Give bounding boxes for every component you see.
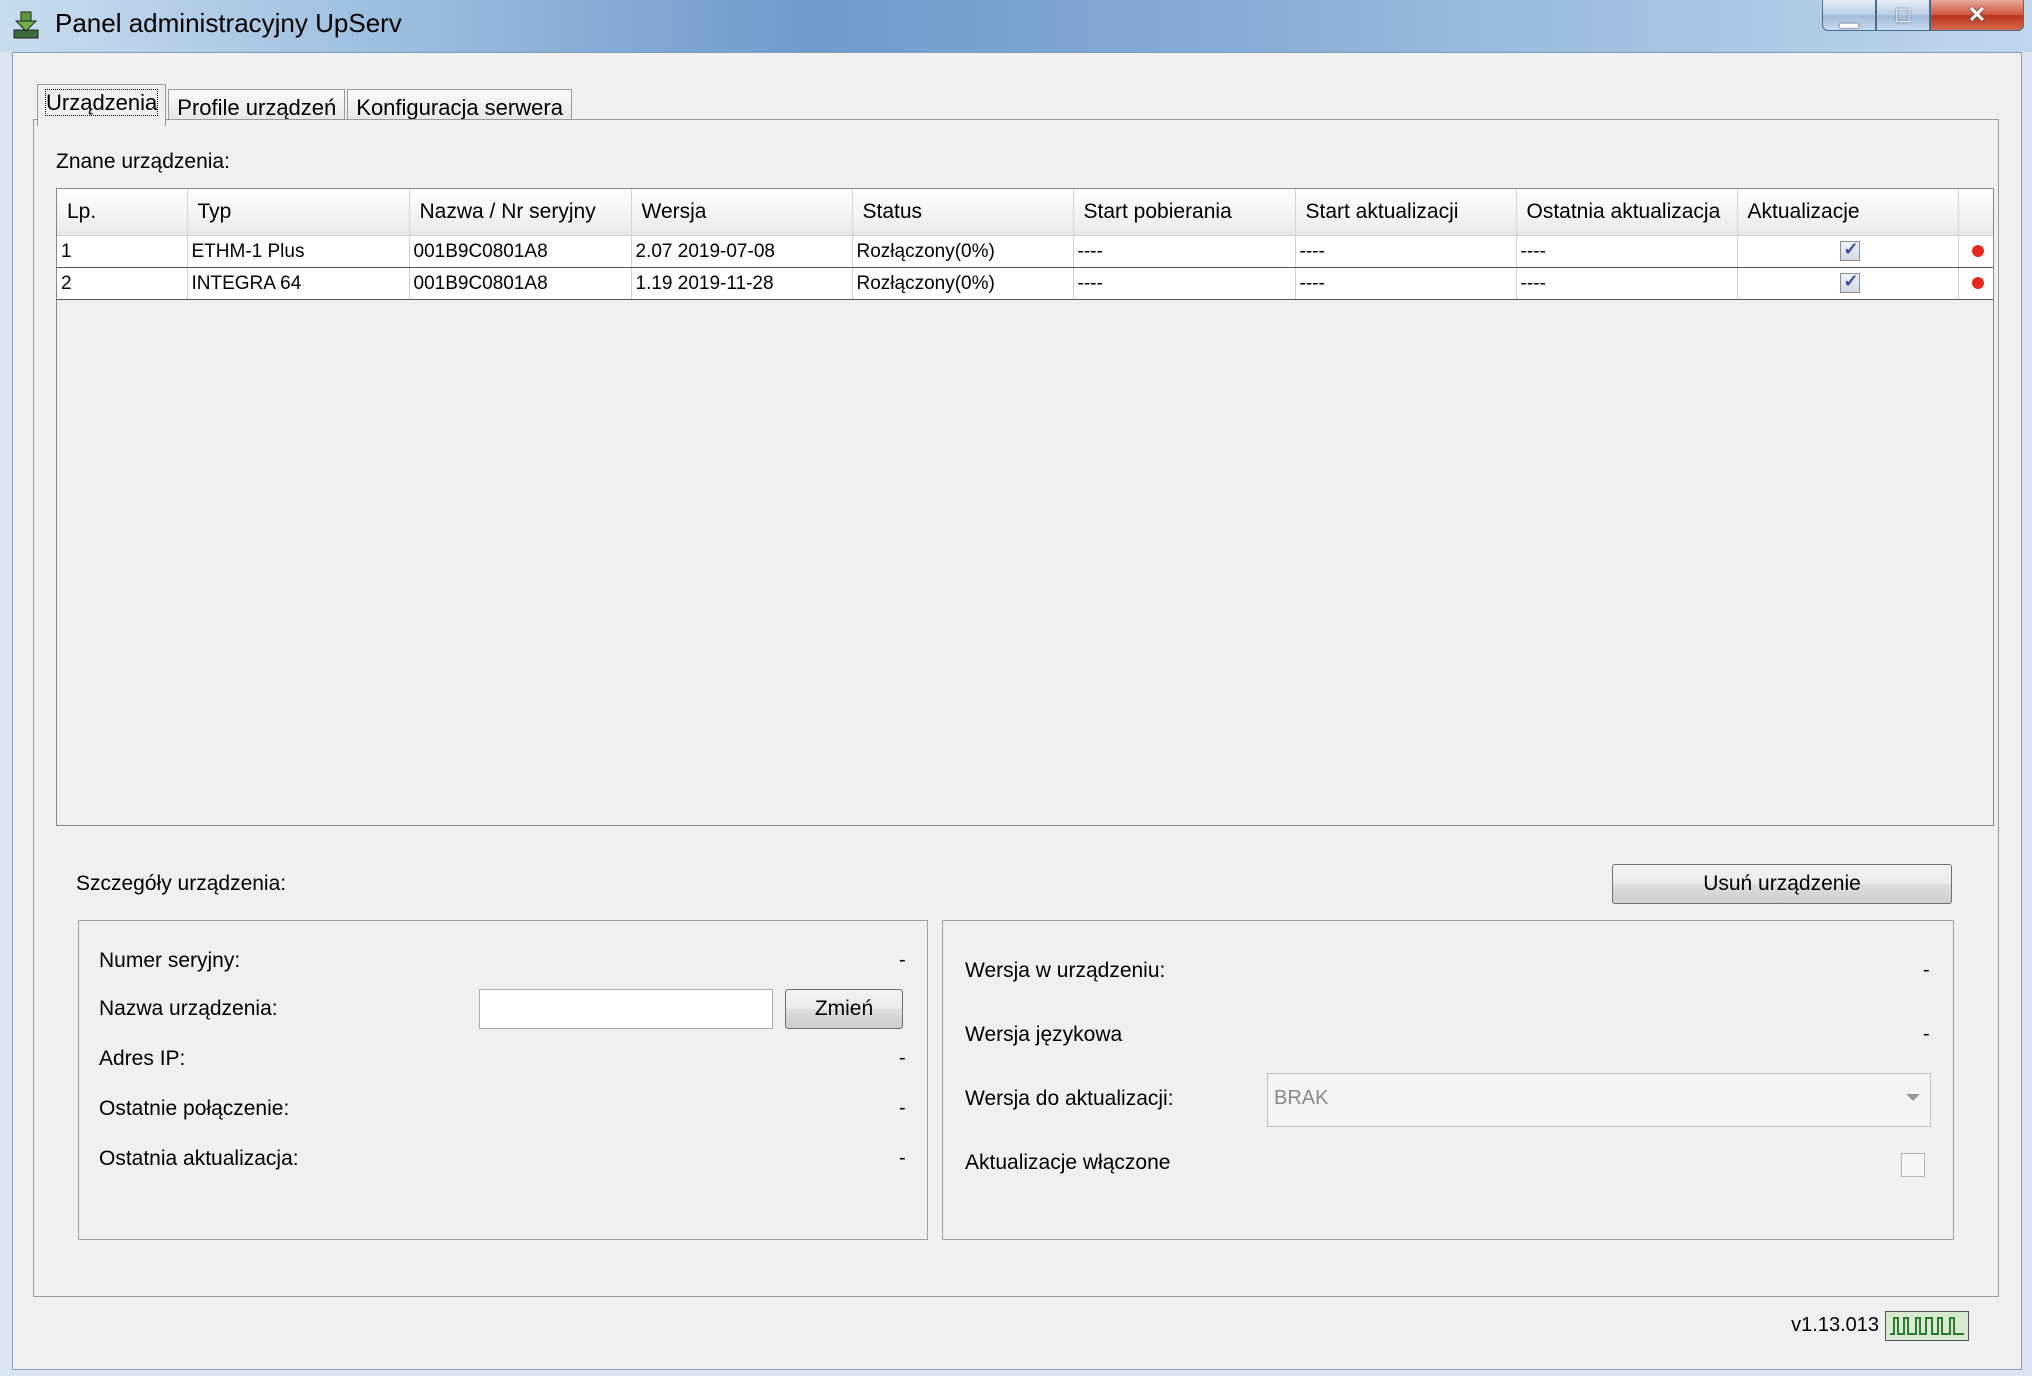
cell-version: 1.19 2019-11-28 bbox=[631, 267, 853, 300]
window-title: Panel administracyjny UpServ bbox=[55, 8, 402, 38]
cell-start-download: ---- bbox=[1073, 235, 1296, 268]
cell-version: 2.07 2019-07-08 bbox=[631, 235, 853, 268]
client-area: Urządzenia Profile urządzeń Konfiguracja… bbox=[12, 52, 2022, 1370]
device-version-label: Wersja w urządzeniu: bbox=[965, 959, 1166, 982]
ip-label: Adres IP: bbox=[99, 1047, 186, 1070]
cell-updates bbox=[1737, 235, 1959, 268]
last-update-value: - bbox=[899, 1147, 906, 1169]
cell-start-download: ---- bbox=[1073, 267, 1296, 300]
device-details-label: Szczegóły urządzenia: bbox=[76, 872, 287, 895]
cell-type: ETHM-1 Plus bbox=[187, 235, 410, 268]
updates-checkbox[interactable] bbox=[1839, 271, 1860, 294]
cell-serial: 001B9C0801A8 bbox=[409, 267, 632, 300]
cell-start-update: ---- bbox=[1295, 235, 1517, 268]
device-info-group: Numer seryjny: - Nazwa urządzenia: Zmień… bbox=[78, 920, 928, 1240]
dropdown-arrow-icon bbox=[1906, 1094, 1920, 1101]
cell-type: INTEGRA 64 bbox=[187, 267, 410, 300]
close-button[interactable]: ✕ bbox=[1930, 0, 2024, 31]
devices-panel: Znane urządzenia: Lp. Typ Nazwa / Nr ser… bbox=[33, 119, 1999, 1297]
cell-lp: 1 bbox=[57, 235, 188, 268]
table-row[interactable]: 1 ETHM-1 Plus 001B9C0801A8 2.07 2019-07-… bbox=[57, 235, 1993, 268]
window-controls: ▁ □ ✕ bbox=[1822, 0, 2024, 32]
cell-last-update: ---- bbox=[1516, 267, 1738, 300]
update-version-label: Wersja do aktualizacji: bbox=[965, 1087, 1174, 1110]
cell-updates bbox=[1737, 267, 1959, 300]
last-connection-label: Ostatnie połączenie: bbox=[99, 1097, 290, 1120]
cell-start-update: ---- bbox=[1295, 267, 1517, 300]
known-devices-label: Znane urządzenia: bbox=[56, 150, 230, 173]
status-dot-icon bbox=[1971, 276, 1984, 289]
language-version-value: - bbox=[1923, 1023, 1930, 1045]
serial-value: - bbox=[899, 949, 906, 971]
cell-last-update: ---- bbox=[1516, 235, 1738, 268]
status-dot-icon bbox=[1971, 244, 1984, 257]
firmware-group: Wersja w urządzeniu: - Wersja językowa -… bbox=[942, 920, 1954, 1240]
col-header-start-download[interactable]: Start pobierania bbox=[1073, 189, 1296, 236]
status-bits-graphic bbox=[1890, 1317, 1964, 1335]
updates-enabled-checkbox[interactable] bbox=[1901, 1153, 1925, 1177]
cell-status: Rozłączony(0%) bbox=[852, 267, 1074, 300]
update-version-selected: BRAK bbox=[1274, 1087, 1329, 1109]
language-version-label: Wersja językowa bbox=[965, 1023, 1123, 1046]
table-row[interactable]: 2 INTEGRA 64 001B9C0801A8 1.19 2019-11-2… bbox=[57, 267, 1993, 300]
col-header-updates[interactable]: Aktualizacje bbox=[1737, 189, 1959, 236]
change-name-button[interactable]: Zmień bbox=[785, 989, 903, 1029]
cell-serial: 001B9C0801A8 bbox=[409, 235, 632, 268]
cell-indicator bbox=[1958, 267, 1993, 300]
remove-device-button[interactable]: Usuń urządzenie bbox=[1612, 864, 1952, 904]
col-header-type[interactable]: Typ bbox=[187, 189, 410, 236]
col-header-serial[interactable]: Nazwa / Nr seryjny bbox=[409, 189, 632, 236]
last-connection-value: - bbox=[899, 1097, 906, 1119]
title-bar[interactable]: Panel administracyjny UpServ ▁ □ ✕ bbox=[0, 0, 2032, 52]
app-window: Panel administracyjny UpServ ▁ □ ✕ Urząd… bbox=[0, 0, 2032, 1376]
update-version-select[interactable]: BRAK bbox=[1267, 1073, 1931, 1127]
updates-checkbox[interactable] bbox=[1839, 239, 1860, 262]
col-header-start-update[interactable]: Start aktualizacji bbox=[1295, 189, 1517, 236]
table-header: Lp. Typ Nazwa / Nr seryjny Wersja Status… bbox=[57, 189, 1993, 236]
col-header-last-update[interactable]: Ostatnia aktualizacja bbox=[1516, 189, 1738, 236]
ip-value: - bbox=[899, 1047, 906, 1069]
cell-status: Rozłączony(0%) bbox=[852, 235, 1074, 268]
cell-indicator bbox=[1958, 235, 1993, 268]
col-header-indicator bbox=[1958, 189, 1993, 236]
col-header-status[interactable]: Status bbox=[852, 189, 1074, 236]
last-update-label: Ostatnia aktualizacja: bbox=[99, 1147, 299, 1170]
status-bits-icon bbox=[1885, 1311, 1969, 1341]
device-name-label: Nazwa urządzenia: bbox=[99, 997, 278, 1020]
maximize-button[interactable]: □ bbox=[1876, 0, 1930, 31]
tab-devices[interactable]: Urządzenia bbox=[37, 84, 167, 126]
col-header-version[interactable]: Wersja bbox=[631, 189, 853, 236]
updates-enabled-label: Aktualizacje włączone bbox=[965, 1151, 1171, 1174]
cell-lp: 2 bbox=[57, 267, 188, 300]
minimize-button[interactable]: ▁ bbox=[1822, 0, 1876, 31]
device-name-input[interactable] bbox=[479, 989, 773, 1029]
device-version-value: - bbox=[1923, 959, 1930, 981]
col-header-lp[interactable]: Lp. bbox=[57, 189, 188, 236]
devices-table: Lp. Typ Nazwa / Nr seryjny Wersja Status… bbox=[56, 188, 1994, 826]
app-icon bbox=[13, 11, 39, 39]
serial-label: Numer seryjny: bbox=[99, 949, 241, 972]
app-version: v1.13.013 bbox=[1791, 1314, 1879, 1336]
